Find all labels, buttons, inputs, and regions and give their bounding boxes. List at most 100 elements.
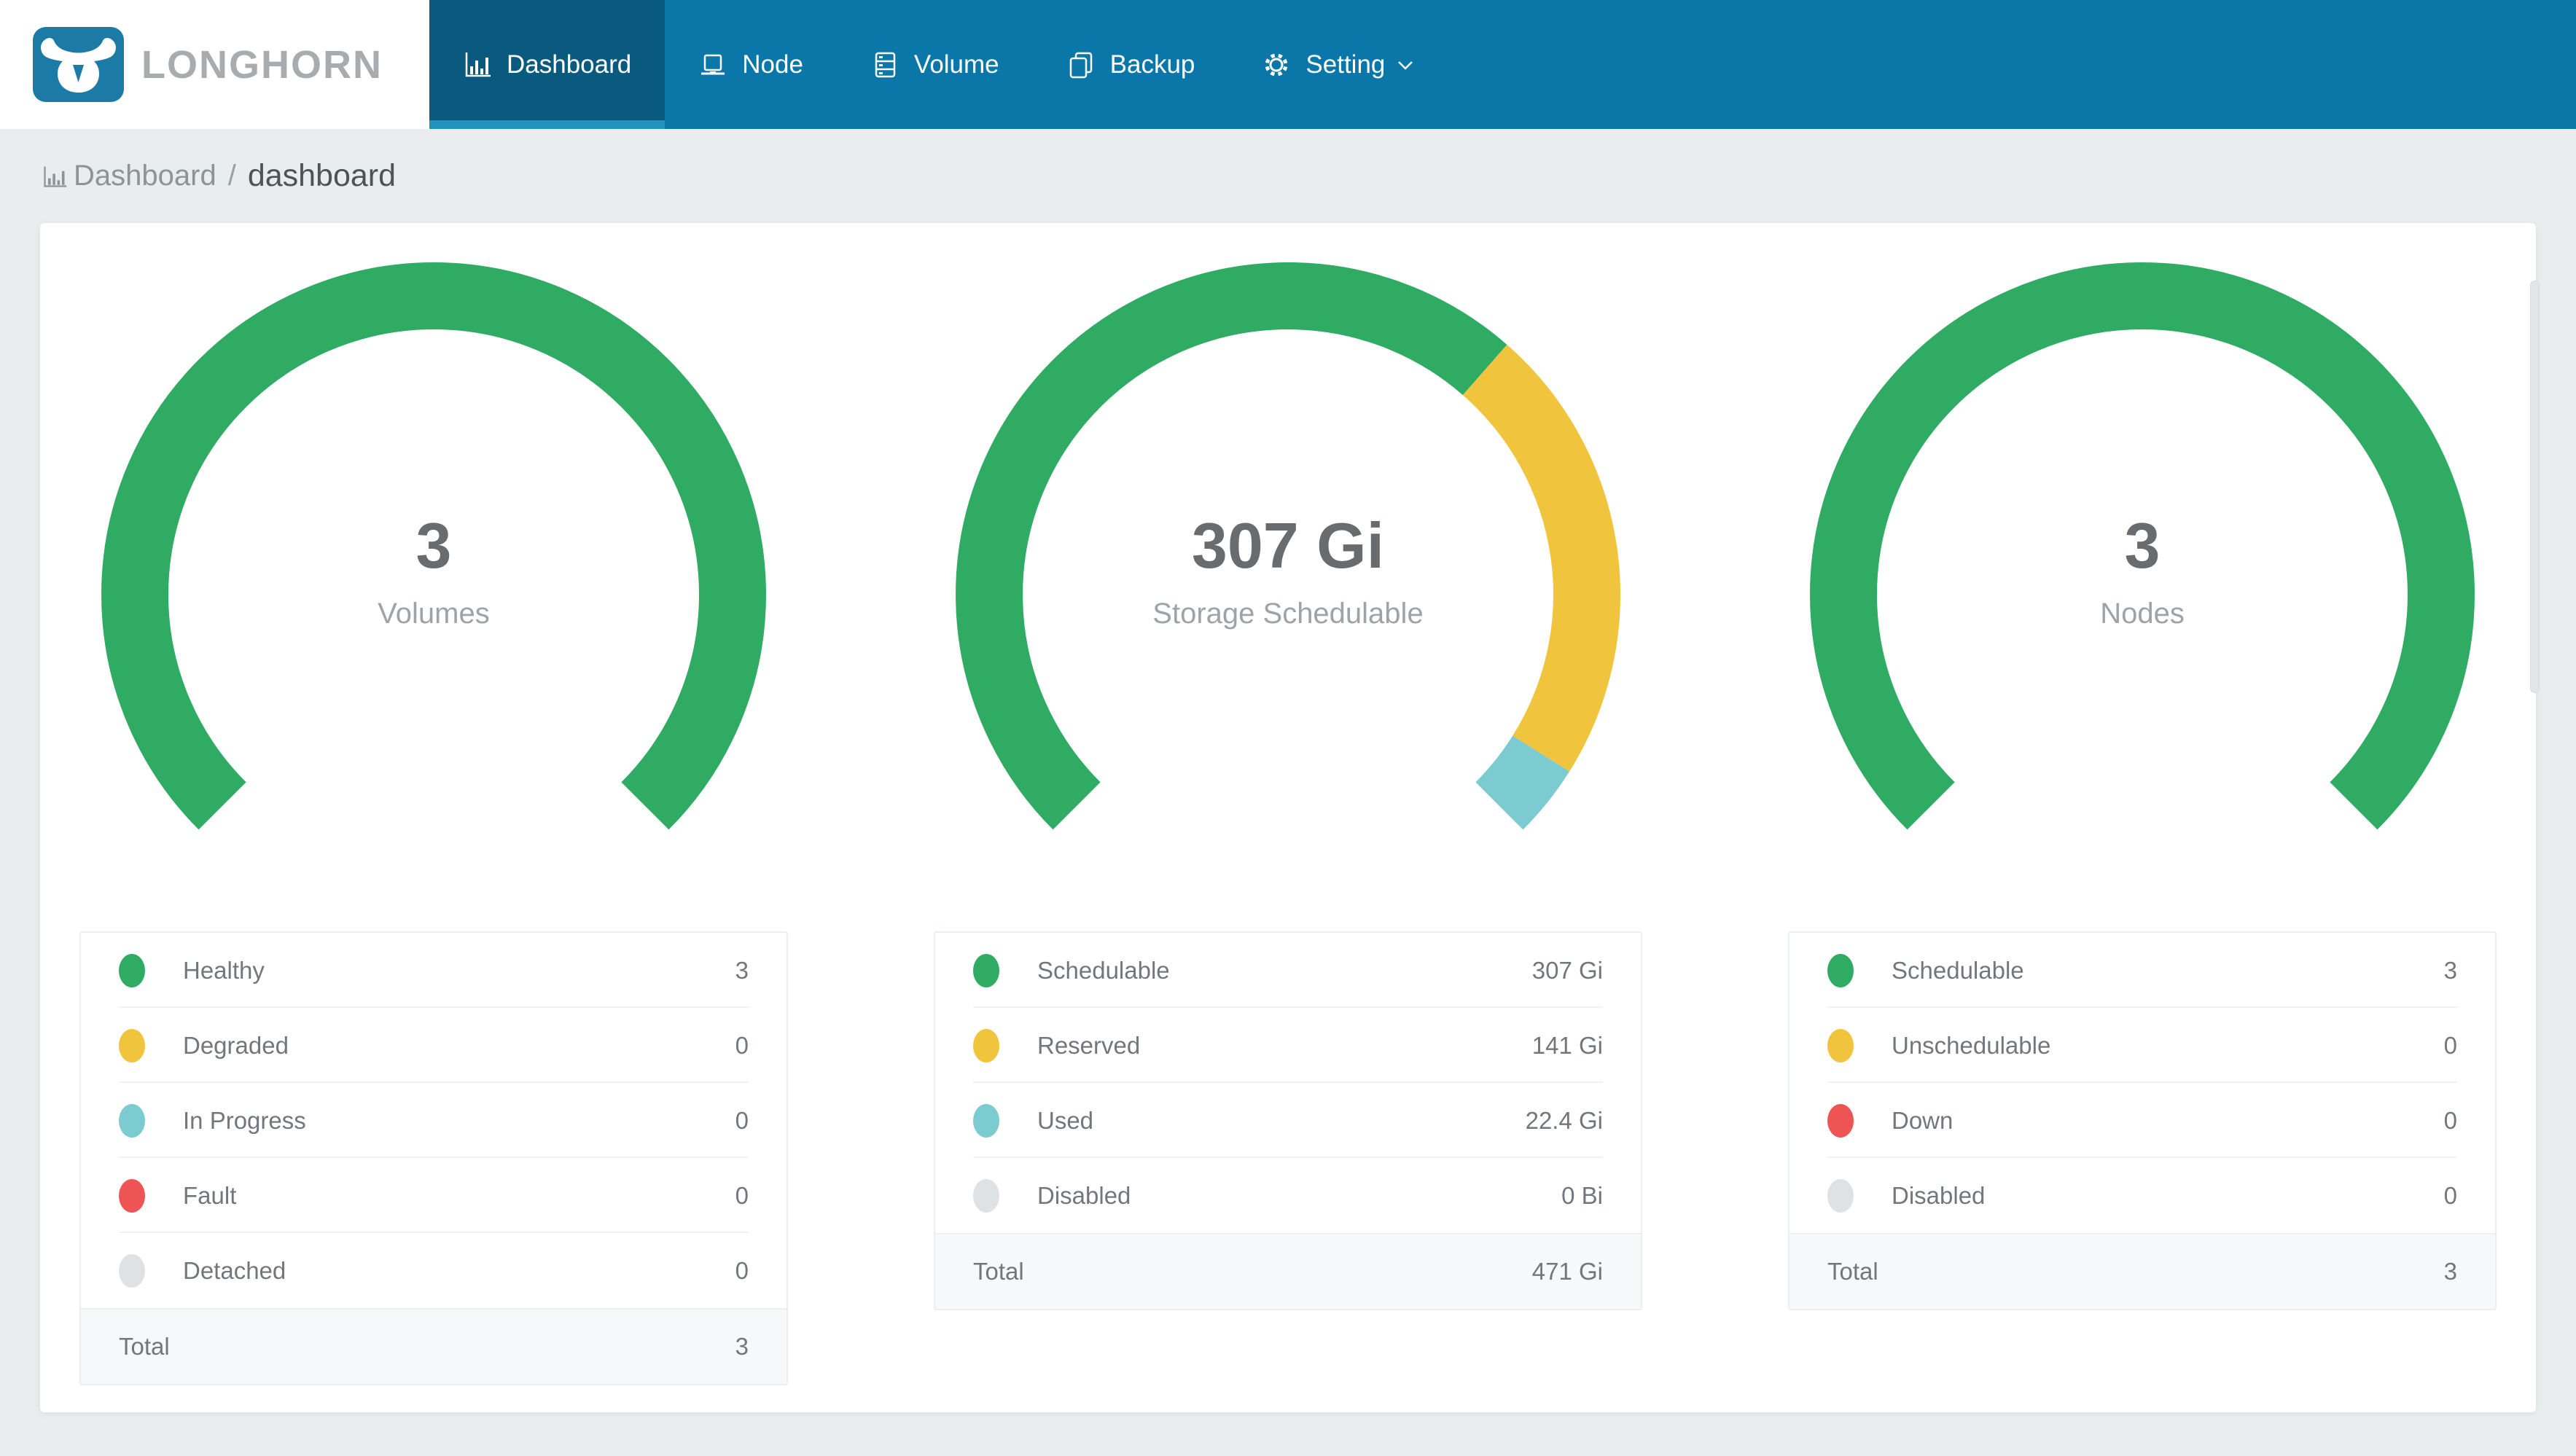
legend-color-dot	[973, 1178, 999, 1213]
volumes-legend-table: Healthy 3 Degraded 0 In Progress 0 Fault 0 Detac…	[79, 931, 788, 1385]
legend-color-dot	[119, 953, 145, 987]
legend-total-label: Total	[1827, 1258, 1878, 1285]
legend-label: In Progress	[183, 1106, 306, 1134]
gauge-center-value: 3	[415, 509, 452, 582]
gauge-segment-used	[1475, 735, 1570, 830]
gauge-center-value: 307 Gi	[1191, 509, 1385, 582]
gauge-center-label: Storage Schedulable	[1152, 597, 1424, 630]
legend-row: Down 0	[1789, 1083, 2495, 1158]
tab-volume[interactable]: Volume	[837, 0, 1033, 129]
legend-row: Detached 0	[81, 1233, 787, 1308]
dashboard-card: 3 Volumes Healthy 3 Degraded 0 In Progress 0 F…	[40, 223, 2536, 1412]
legend-row: Degraded 0	[81, 1008, 787, 1083]
legend-color-dot	[119, 1253, 145, 1288]
tab-label: Volume	[913, 50, 999, 79]
gauge-center: 3 Volumes	[91, 507, 776, 630]
legend-label: Disabled	[1037, 1181, 1131, 1209]
gear-icon	[1262, 50, 1291, 79]
gauge-center-label: Nodes	[2100, 597, 2185, 630]
legend-row: Reserved 141 Gi	[935, 1008, 1641, 1083]
legend-row: Schedulable 307 Gi	[935, 933, 1641, 1008]
legend-total-row: Total 3	[81, 1308, 787, 1384]
bar-chart-icon	[42, 163, 68, 189]
legend-label: Reserved	[1037, 1031, 1141, 1059]
legend-value: 3	[2443, 956, 2457, 984]
legend-label: Schedulable	[1892, 956, 2024, 984]
legend-value: 0	[735, 1031, 749, 1059]
gauge-center-value: 3	[2124, 509, 2161, 582]
legend-total-label: Total	[973, 1258, 1024, 1285]
legend-value: 0 Bi	[1561, 1181, 1603, 1209]
gauge-center-label: Volumes	[378, 597, 490, 630]
legend-label: Fault	[183, 1181, 237, 1209]
legend-value: 0	[735, 1106, 749, 1134]
legend-value: 141 Gi	[1531, 1031, 1603, 1059]
legend-row: Used 22.4 Gi	[935, 1083, 1641, 1158]
legend-color-dot	[1827, 1178, 1854, 1213]
main-nav: Dashboard Node Volume Backup Setting	[429, 0, 1449, 129]
legend-label: Used	[1037, 1106, 1094, 1134]
tab-node[interactable]: Node	[665, 0, 837, 129]
volumes-gauge: 3 Volumes	[91, 261, 776, 844]
chevron-down-icon	[1395, 55, 1416, 75]
breadcrumb-separator: /	[227, 160, 236, 192]
legend-total-row: Total 3	[1789, 1233, 2495, 1309]
tab-label: Setting	[1305, 50, 1386, 79]
legend-row: Disabled 0	[1789, 1158, 2495, 1233]
storage-panel: 307 Gi Storage Schedulable Schedulable 30…	[934, 261, 1642, 1385]
tab-dashboard[interactable]: Dashboard	[429, 0, 666, 129]
legend-row: Unschedulable 0	[1789, 1008, 2495, 1083]
legend-row: Fault 0	[81, 1158, 787, 1233]
gauge-center: 3 Nodes	[1800, 507, 2485, 630]
legend-value: 22.4 Gi	[1525, 1106, 1603, 1134]
legend-total-row: Total 471 Gi	[935, 1233, 1641, 1309]
bar-chart-icon	[463, 50, 492, 79]
legend-total-label: Total	[119, 1333, 170, 1360]
tab-label: Node	[742, 50, 803, 79]
legend-value: 0	[2443, 1031, 2457, 1059]
legend-value: 0	[2443, 1181, 2457, 1209]
tab-label: Dashboard	[507, 50, 632, 79]
breadcrumb-current: dashboard	[247, 158, 397, 193]
legend-label: Degraded	[183, 1031, 289, 1059]
nodes-panel: 3 Nodes Schedulable 3 Unschedulable 0 Down 0 D…	[1788, 261, 2497, 1385]
vertical-scrollbar-thumb[interactable]	[2530, 281, 2540, 693]
legend-total-value: 471 Gi	[1531, 1258, 1603, 1285]
legend-value: 0	[735, 1256, 749, 1284]
legend-row: Schedulable 3	[1789, 933, 2495, 1008]
longhorn-bull-icon	[33, 27, 124, 102]
server-icon	[870, 50, 899, 79]
legend-color-dot	[119, 1103, 145, 1138]
nodes-gauge: 3 Nodes	[1800, 261, 2485, 844]
legend-color-dot	[973, 1028, 999, 1062]
legend-color-dot	[1827, 1028, 1854, 1062]
legend-label: Disabled	[1892, 1181, 1986, 1209]
legend-color-dot	[1827, 953, 1854, 987]
legend-label: Healthy	[183, 956, 265, 984]
legend-color-dot	[973, 1103, 999, 1138]
laptop-icon	[698, 50, 727, 79]
legend-total-value: 3	[735, 1333, 749, 1360]
breadcrumb-root-link[interactable]: Dashboard	[74, 160, 216, 192]
tab-setting[interactable]: Setting	[1228, 0, 1449, 129]
legend-value: 0	[735, 1181, 749, 1209]
brand-logo[interactable]: LONGHORN	[0, 0, 429, 129]
legend-color-dot	[1827, 1103, 1854, 1138]
top-navbar: LONGHORN Dashboard Node Volume Backup Se…	[0, 0, 2576, 129]
storage-legend-table: Schedulable 307 Gi Reserved 141 Gi Used 22.4 …	[934, 931, 1642, 1310]
tab-backup[interactable]: Backup	[1033, 0, 1229, 129]
legend-color-dot	[119, 1178, 145, 1213]
legend-label: Schedulable	[1037, 956, 1170, 984]
legend-row: In Progress 0	[81, 1083, 787, 1158]
charts-row: 3 Volumes Healthy 3 Degraded 0 In Progress 0 F…	[79, 261, 2497, 1385]
gauge-center: 307 Gi Storage Schedulable	[945, 507, 1631, 630]
brand-name: LONGHORN	[141, 42, 383, 87]
tab-label: Backup	[1109, 50, 1195, 79]
legend-value: 3	[735, 956, 749, 984]
legend-color-dot	[973, 953, 999, 987]
legend-label: Unschedulable	[1892, 1031, 2051, 1059]
legend-row: Healthy 3	[81, 933, 787, 1008]
legend-label: Down	[1892, 1106, 1954, 1134]
copy-icon	[1066, 50, 1096, 79]
nodes-legend-table: Schedulable 3 Unschedulable 0 Down 0 Disabled 0…	[1788, 931, 2497, 1310]
